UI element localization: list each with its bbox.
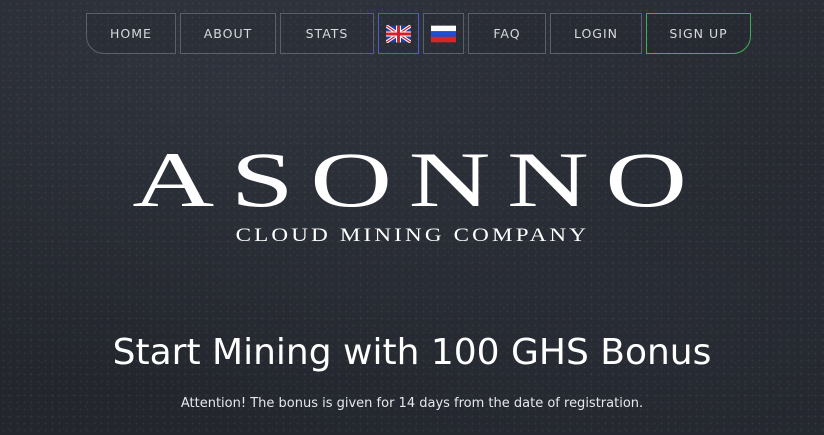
hero-headline: Start Mining with 100 GHS Bonus bbox=[112, 332, 712, 373]
bonus-notice: Attention! The bonus is given for 14 day… bbox=[180, 396, 644, 411]
nav-home-link[interactable]: HOME bbox=[86, 13, 176, 54]
lang-en-button[interactable] bbox=[378, 13, 419, 54]
nav-signup-button[interactable]: SIGN UP bbox=[646, 13, 751, 54]
brand-logo[interactable]: ASONNO CLOUD MINING COMPANY bbox=[0, 140, 824, 248]
nav-about-link[interactable]: ABOUT bbox=[180, 13, 276, 54]
nav-login-link[interactable]: LOGIN bbox=[550, 13, 642, 54]
logo-title: ASONNO bbox=[132, 135, 704, 224]
uk-flag-icon bbox=[386, 24, 411, 43]
russia-flag-icon bbox=[431, 25, 456, 42]
nav-stats-link[interactable]: STATS bbox=[280, 13, 374, 54]
logo-subtitle: CLOUD MINING COMPANY bbox=[235, 223, 589, 246]
nav-faq-link[interactable]: FAQ bbox=[468, 13, 546, 54]
lang-ru-button[interactable] bbox=[423, 13, 464, 54]
top-navigation: HOME ABOUT STATS FAQ LOGIN SIGN UP bbox=[86, 13, 751, 54]
